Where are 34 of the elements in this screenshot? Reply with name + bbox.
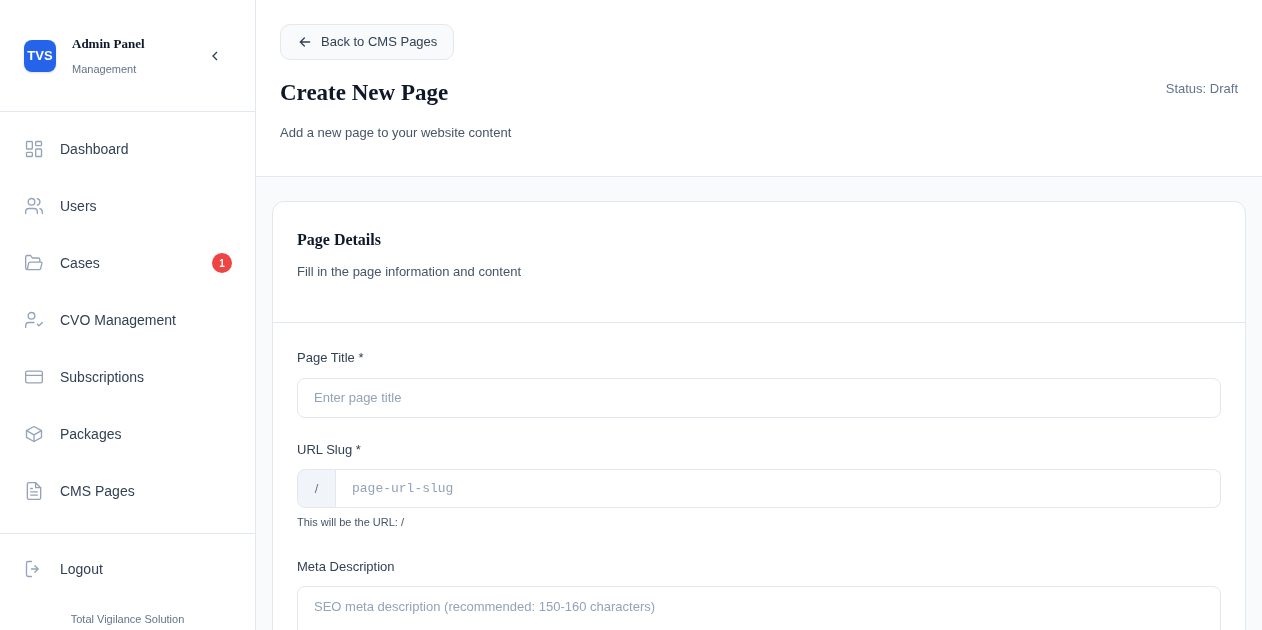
user-check-icon [24, 310, 44, 330]
grid-icon [24, 139, 44, 159]
page-subtitle: Add a new page to your website content [280, 123, 513, 142]
logo-text: TVS [27, 46, 53, 65]
panel-title: Admin Panel [72, 34, 146, 53]
text-input[interactable]: Enter page title [297, 377, 1221, 418]
status-text: Status: Draft [1165, 80, 1238, 98]
url-hint: This will be the URL: / [297, 515, 404, 530]
cube-icon [24, 424, 44, 444]
back-button[interactable]: Back to CMS Pages [280, 24, 455, 60]
company-name: Total Vigilance Solution [70, 613, 185, 625]
folder-icon [24, 253, 44, 273]
panel-subtitle: Management [72, 62, 138, 77]
document-icon [24, 481, 44, 501]
slug-input[interactable]: page-url-slug [336, 469, 1221, 508]
description-textarea[interactable]: SEO meta description (recommended: 150-160 characters) [297, 586, 1221, 630]
field-label: Page Title * [297, 349, 364, 367]
users-icon [24, 196, 44, 216]
nav-item[interactable]: Dashboard [24, 134, 231, 164]
field-label: URL Slug * [297, 440, 361, 459]
nav-item[interactable]: Users [24, 191, 231, 221]
card-subtitle: Fill in the page information and content [297, 263, 523, 281]
url-prefix: / [297, 469, 336, 508]
logout-link[interactable]: Logout [24, 554, 231, 584]
nav-item[interactable]: Subscriptions [24, 362, 231, 392]
arrow-left-icon [297, 34, 313, 50]
field-label: Meta Description [297, 557, 395, 576]
nav-item[interactable]: CVO Management [24, 305, 231, 335]
page-title: Create New Page [280, 79, 450, 107]
nav-item[interactable]: CMS Pages [24, 476, 231, 506]
card-title: Page Details [297, 230, 382, 251]
nav-item[interactable]: Packages [24, 419, 231, 449]
nav-item[interactable]: Cases 1 [24, 248, 231, 278]
count-badge: 1 [212, 253, 232, 273]
